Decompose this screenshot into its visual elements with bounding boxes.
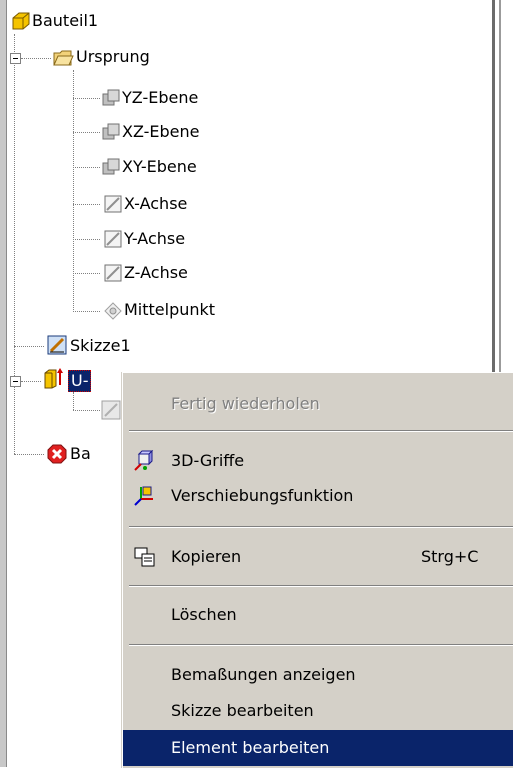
axis-icon [104,195,122,213]
collapse-toggle-ursprung[interactable] [10,53,21,64]
axis-icon [104,230,122,248]
tree-line [73,70,74,312]
tree-item-ursprung[interactable]: Ursprung [76,47,150,67]
axis-icon [104,264,122,282]
menu-item-move-function[interactable]: Verschiebungsfunktion [123,478,513,514]
plane-icon [102,158,120,175]
tree-item-mittelpunkt[interactable]: Mittelpunkt [124,300,215,320]
menu-item-move-function-label: Verschiebungsfunktion [171,486,354,505]
part-icon [12,12,30,30]
tree-item-xy-ebene[interactable]: XY-Ebene [122,157,197,177]
menu-separator [129,644,513,646]
menu-item-edit-sketch[interactable]: Skizze bearbeiten [123,693,513,729]
menu-item-edit-sketch-label: Skizze bearbeiten [171,701,314,720]
tree-item-yz-ebene[interactable]: YZ-Ebene [122,88,198,108]
menu-item-show-dimensions[interactable]: Bemaßungen anzeigen [123,657,513,693]
tree-line [73,311,100,312]
menu-item-3d-grips[interactable]: 3D-Griffe [123,443,513,479]
tree-line [21,381,41,382]
tree-line [73,410,100,411]
3d-grips-icon [134,450,154,471]
tree-item-xz-ebene[interactable]: XZ-Ebene [122,122,200,142]
tree-line [73,98,100,99]
tree-line [14,346,44,347]
context-menu: Fertig wiederholen 3D-Griffe Verschiebun… [122,372,513,768]
tree-line [21,58,51,59]
tree-item-skizze1[interactable]: Skizze1 [70,336,131,356]
menu-item-3d-grips-label: 3D-Griffe [171,451,245,470]
center-point-icon [104,302,122,320]
move-triad-icon [134,486,153,506]
tree-line [73,273,100,274]
tree-line [14,454,44,455]
browser-frame-edge [499,0,501,372]
tree-line [73,167,100,168]
tree-item-x-achse[interactable]: X-Achse [124,194,187,214]
menu-item-delete-label: Löschen [171,605,237,624]
folder-icon [53,50,74,66]
plane-icon [102,89,120,106]
menu-item-delete[interactable]: Löschen [123,597,513,633]
tree-line [73,132,100,133]
left-frame-border [0,0,7,767]
collapse-toggle-feature[interactable] [10,376,21,387]
menu-item-edit-feature[interactable]: Element bearbeiten [123,730,513,766]
menu-separator [129,585,513,587]
tree-line [73,392,74,410]
menu-item-repeat[interactable]: Fertig wiederholen [123,386,513,422]
menu-item-copy-shortcut: Strg+C [421,547,479,566]
tree-line [73,239,100,240]
copy-icon [134,547,155,567]
menu-item-edit-feature-label: Element bearbeiten [171,738,330,757]
extrusion-icon [44,368,63,389]
tree-item-z-achse[interactable]: Z-Achse [124,263,188,283]
tree-line [14,34,15,454]
menu-item-show-dimensions-label: Bemaßungen anzeigen [171,665,356,684]
error-icon [47,444,67,464]
sketch-icon [47,335,67,355]
tree-line [73,204,100,205]
tree-item-extrusion-selected[interactable]: U- [68,370,92,392]
menu-separator [129,526,513,528]
browser-scrollbar-edge[interactable] [492,0,495,372]
menu-item-copy-label: Kopieren [171,547,242,566]
tree-item-y-achse[interactable]: Y-Achse [124,229,185,249]
menu-separator [129,430,513,432]
menu-item-copy[interactable]: Kopieren Strg+C [123,539,513,575]
sketch-icon [101,400,121,420]
plane-icon [102,123,120,140]
tree-item-end-of-part[interactable]: Ba [70,444,91,464]
tree-item-bauteil1[interactable]: Bauteil1 [32,11,98,31]
menu-item-repeat-label: Fertig wiederholen [171,394,320,413]
